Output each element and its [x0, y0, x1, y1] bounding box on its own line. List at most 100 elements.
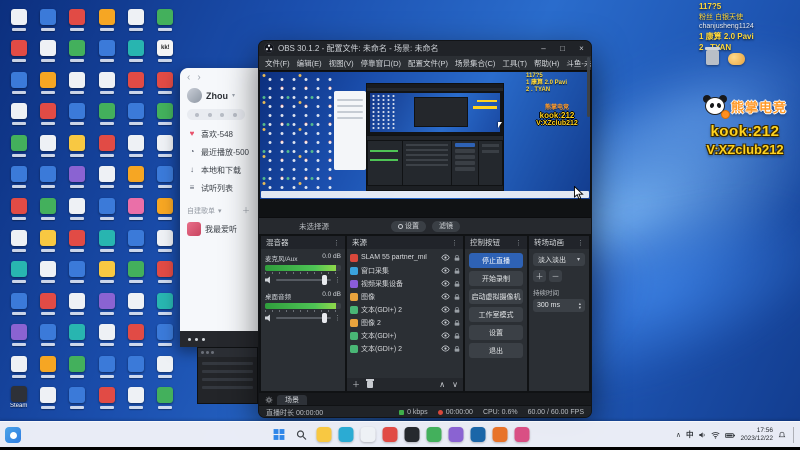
desktop-icon[interactable]	[121, 36, 150, 68]
desktop-icon[interactable]	[63, 162, 92, 194]
taskbar-app-icon[interactable]	[360, 427, 376, 442]
taskbar-app-icon[interactable]	[448, 427, 464, 442]
desktop-icon[interactable]	[33, 382, 62, 414]
desktop-icon[interactable]	[4, 162, 33, 194]
desktop-icon[interactable]	[63, 288, 92, 320]
obs-menu-item[interactable]: 停靠窗口(D)	[361, 58, 401, 69]
desktop-icon[interactable]	[92, 225, 121, 257]
source-row[interactable]: 窗口采集	[350, 264, 461, 277]
desktop-icon[interactable]	[4, 99, 33, 131]
remove-source-icon[interactable]	[366, 379, 374, 388]
visibility-eye-icon[interactable]	[441, 305, 450, 314]
taskbar-app-icon[interactable]	[470, 427, 486, 442]
desktop-icon[interactable]	[151, 162, 180, 194]
gear-icon[interactable]	[265, 395, 273, 405]
desktop-icon[interactable]	[63, 67, 92, 99]
forward-icon[interactable]: ›	[197, 73, 200, 85]
desktop-icon[interactable]	[92, 36, 121, 68]
desktop-icon[interactable]	[92, 130, 121, 162]
desktop-icon[interactable]	[33, 162, 62, 194]
lock-icon[interactable]	[453, 332, 461, 340]
start-button[interactable]	[271, 427, 287, 443]
desktop-icon[interactable]	[63, 256, 92, 288]
channel-menu-icon[interactable]: ⋮	[334, 314, 341, 322]
desktop-icon[interactable]	[63, 351, 92, 383]
obs-control-button[interactable]: 开始录制	[469, 271, 523, 286]
obs-menu-item[interactable]: 文件(F)	[265, 58, 290, 69]
desktop-icon[interactable]	[63, 130, 92, 162]
obs-menu-item[interactable]: 工具(T)	[502, 58, 527, 69]
source-row[interactable]: 文本(GDI+) 2	[350, 342, 461, 355]
desktop-icon[interactable]	[92, 382, 121, 414]
desktop-icon[interactable]	[151, 99, 180, 131]
desktop-icon[interactable]	[151, 225, 180, 257]
desktop-icon[interactable]	[92, 288, 121, 320]
desktop-icon[interactable]	[121, 162, 150, 194]
desktop-icon[interactable]	[33, 4, 62, 36]
wifi-icon[interactable]	[711, 426, 720, 444]
lock-icon[interactable]	[453, 293, 461, 301]
desktop-icon[interactable]	[33, 130, 62, 162]
desktop-icon[interactable]	[92, 162, 121, 194]
desktop-icon[interactable]	[4, 193, 33, 225]
visibility-eye-icon[interactable]	[441, 331, 450, 340]
taskbar-app-icon[interactable]	[404, 427, 420, 442]
spin-arrows-icon[interactable]: ▴ ▾	[579, 301, 581, 310]
scene-tab[interactable]: 场景	[277, 395, 307, 405]
obs-control-button[interactable]: 退出	[469, 343, 523, 358]
lock-icon[interactable]	[453, 267, 461, 275]
desktop-icon[interactable]	[151, 193, 180, 225]
dock-menu-icon[interactable]: ⋮	[333, 239, 340, 247]
obs-control-button[interactable]: 停止直播	[469, 253, 523, 268]
remove-transition-button[interactable]: －	[549, 270, 562, 282]
desktop-icon[interactable]	[151, 130, 180, 162]
taskbar-app-icon[interactable]	[514, 427, 530, 442]
lock-icon[interactable]	[453, 254, 461, 262]
desktop-icon[interactable]	[151, 382, 180, 414]
taskbar-clock[interactable]: 17:56 2023/12/22	[740, 427, 773, 443]
volume-icon[interactable]	[698, 426, 706, 444]
desktop-icon[interactable]	[92, 99, 121, 131]
source-row[interactable]: 文本(GDI+)	[350, 329, 461, 342]
obs-menu-item[interactable]: 帮助(H)	[534, 58, 559, 69]
visibility-eye-icon[interactable]	[441, 344, 450, 353]
desktop-icon[interactable]	[63, 4, 92, 36]
desktop-icon[interactable]	[33, 288, 62, 320]
desktop-icon[interactable]	[4, 351, 33, 383]
volume-slider[interactable]: ⋮	[265, 313, 341, 323]
desktop-icon[interactable]	[151, 4, 180, 36]
obs-control-button[interactable]: 设置	[469, 325, 523, 340]
desktop-icon[interactable]	[4, 67, 33, 99]
maximize-icon[interactable]: □	[553, 41, 572, 56]
dock-menu-icon[interactable]: ⋮	[577, 239, 584, 247]
visibility-eye-icon[interactable]	[441, 318, 450, 327]
show-desktop-button[interactable]	[793, 426, 795, 443]
desktop-icon[interactable]	[151, 319, 180, 351]
taskbar-app-icon[interactable]	[338, 427, 354, 442]
obs-menu-item[interactable]: 视图(V)	[329, 58, 354, 69]
obs-preview[interactable]: 117?5 1 康算 2.0 Pavi 2 . TYAN 熊掌电竞 kook:2…	[259, 70, 591, 218]
desktop-icon[interactable]	[4, 4, 33, 36]
source-settings-button[interactable]: 设置	[391, 220, 426, 232]
desktop-icon[interactable]	[92, 319, 121, 351]
desktop-icon[interactable]	[4, 288, 33, 320]
add-transition-button[interactable]: ＋	[533, 270, 546, 282]
transition-select[interactable]: 淡入淡出 ▾	[533, 253, 585, 266]
desktop-icon[interactable]	[33, 225, 62, 257]
duration-spinbox[interactable]: 300 ms ▴ ▾	[533, 299, 585, 312]
desktop-icon[interactable]	[4, 225, 33, 257]
taskbar-app-icon[interactable]	[316, 427, 332, 442]
desktop-icon[interactable]	[33, 319, 62, 351]
desktop-icon[interactable]	[121, 4, 150, 36]
obs-titlebar[interactable]: OBS 30.1.2 - 配置文件: 未命名 - 场景: 未命名 – □ ×	[259, 41, 591, 56]
desktop-icon[interactable]	[151, 67, 180, 99]
volume-slider[interactable]: ⋮	[265, 275, 341, 285]
desktop-icon[interactable]	[63, 225, 92, 257]
desktop-icon[interactable]	[92, 193, 121, 225]
lock-icon[interactable]	[453, 280, 461, 288]
visibility-eye-icon[interactable]	[441, 253, 450, 262]
mode-switcher[interactable]	[187, 109, 245, 120]
obs-menu-item[interactable]: 配置文件(P)	[408, 58, 448, 69]
language-indicator[interactable]: 中	[686, 429, 694, 440]
desktop-icon[interactable]	[121, 288, 150, 320]
